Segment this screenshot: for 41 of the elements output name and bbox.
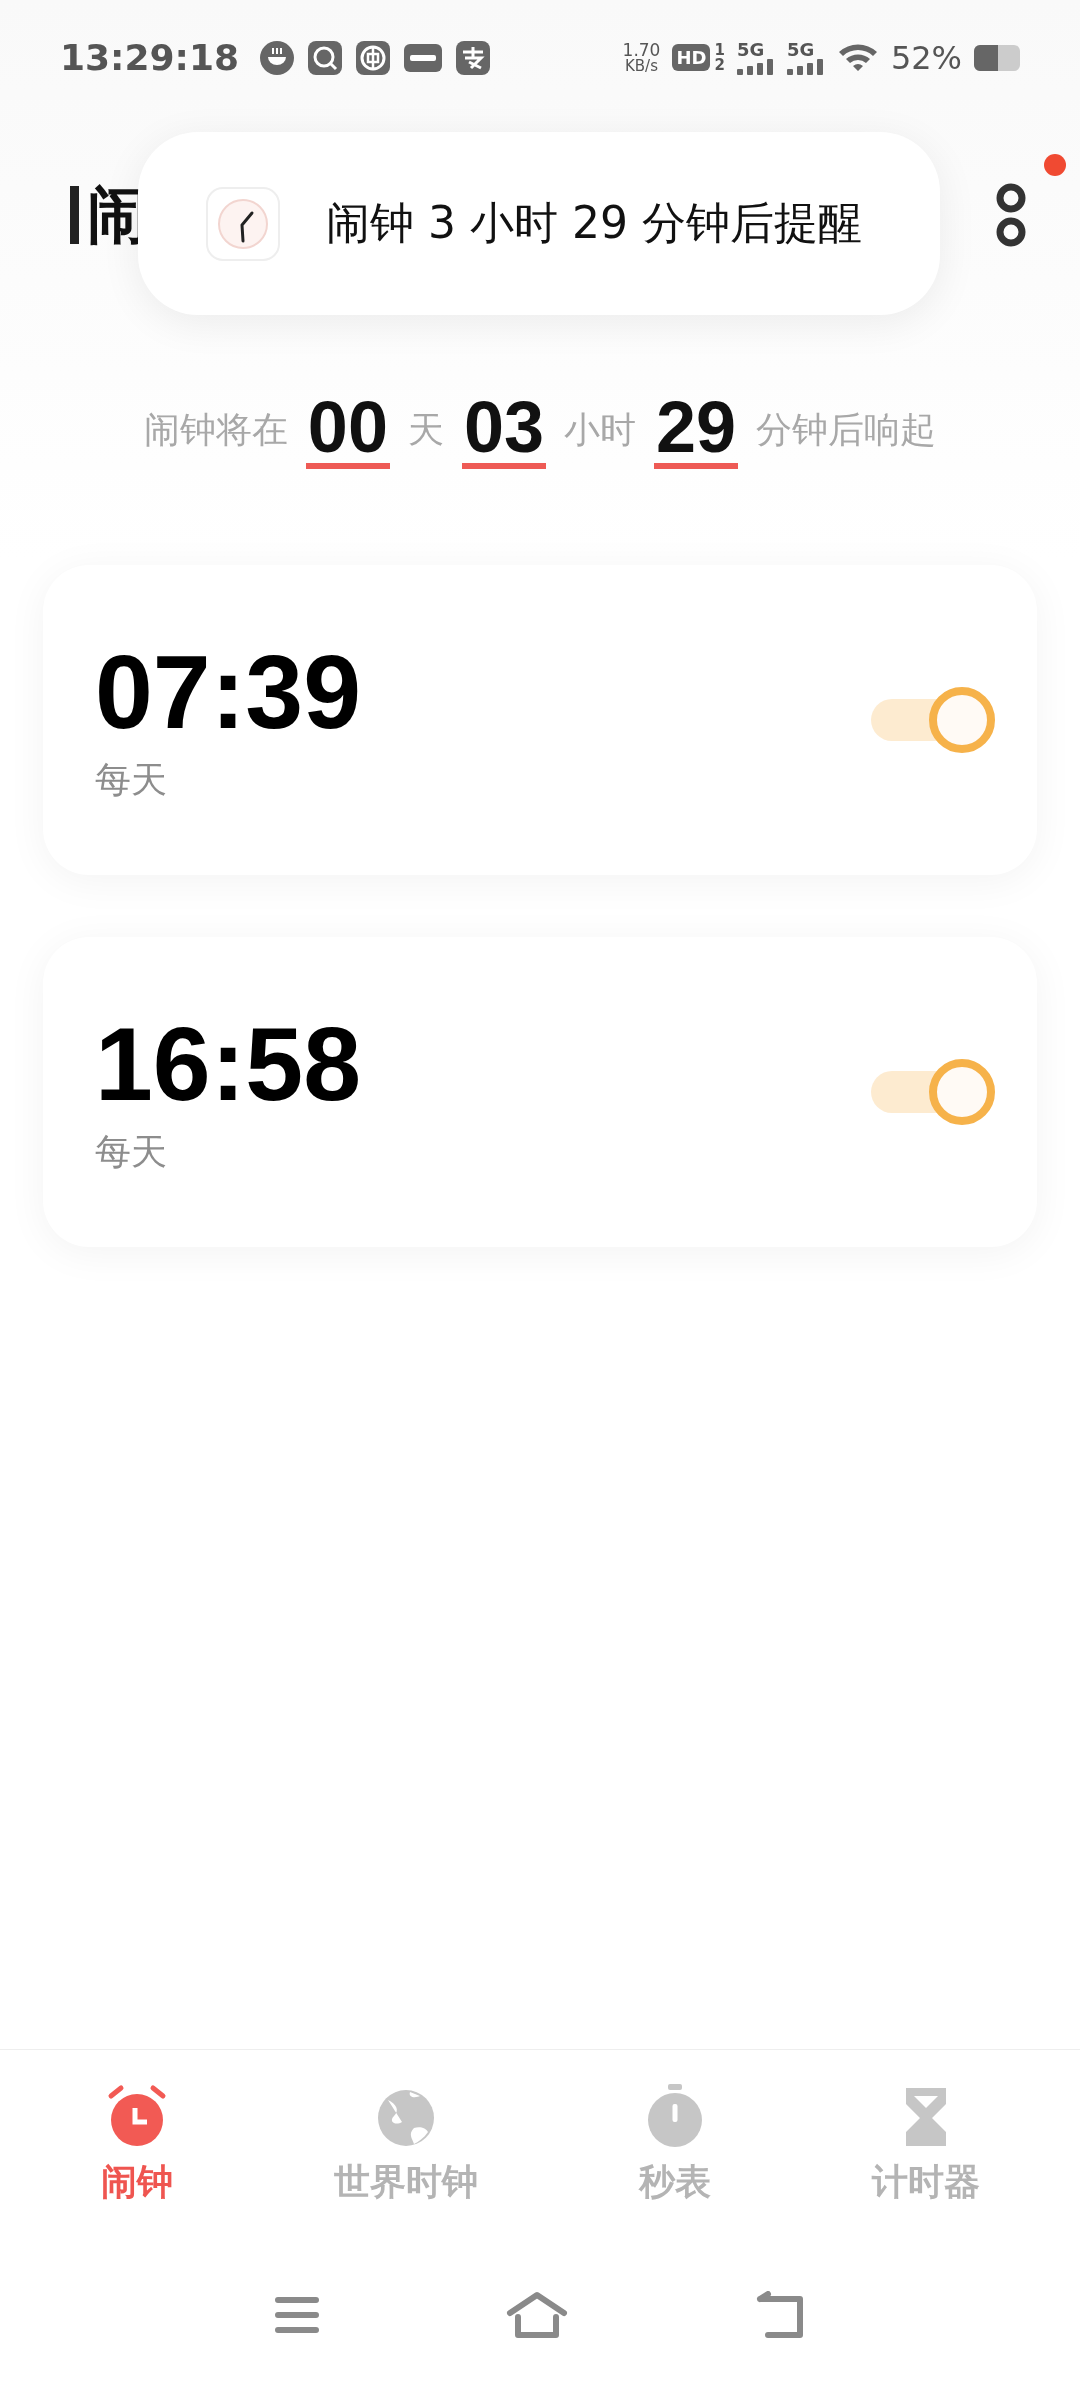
back-icon (754, 2291, 806, 2339)
alarm-time: 07:39 (95, 635, 361, 750)
countdown-number: 03 (461, 391, 547, 469)
countdown-number: 29 (654, 391, 739, 469)
alarm-card[interactable]: 16:58 每天 (43, 937, 1037, 1247)
menu-icon (274, 2296, 320, 2334)
home-icon (506, 2291, 568, 2339)
alarm-repeat: 每天 (95, 757, 168, 802)
network-speed: 1.70 (622, 41, 661, 59)
battery-icon (974, 44, 1020, 71)
network-speed-unit: KB/s (625, 58, 658, 74)
alarm-card[interactable]: 07:39 每天 (43, 565, 1037, 875)
countdown-number: 00 (305, 391, 390, 469)
hd-badge: HD (672, 44, 711, 71)
tab[interactable]: 闹钟 (100, 2083, 173, 2207)
countdown-label: 分钟后响起 (756, 407, 937, 452)
status-time: 13:29:18 (60, 37, 240, 78)
alarm-switch[interactable] (871, 687, 995, 753)
clock-app-icon (206, 186, 280, 261)
magnifier-icon (307, 39, 344, 76)
alarm-time: 16:58 (95, 1007, 361, 1122)
network-type: 5G (736, 40, 765, 59)
tab[interactable]: 秒表 (638, 2083, 711, 2207)
signal-icon (786, 58, 825, 75)
network-type: 5G (786, 40, 815, 59)
sim-number: 2 (714, 57, 725, 73)
coin-icon (355, 39, 392, 76)
title-bar-mark (70, 186, 79, 244)
sim-number: 1 (714, 42, 725, 58)
more-icon (994, 183, 1028, 247)
countdown-label: 闹钟将在 (143, 407, 288, 452)
toast-message: 闹钟 3 小时 29 分钟后提醒 (326, 196, 862, 250)
alarm-repeat: 每天 (95, 1129, 168, 1174)
countdown-label: 小时 (564, 407, 637, 452)
countdown-label: 天 (407, 407, 444, 452)
alarm-switch[interactable] (871, 1059, 995, 1125)
tab[interactable]: 世界时钟 (333, 2083, 478, 2207)
battery-percent: 52% (890, 38, 962, 77)
tab[interactable]: 计时器 (871, 2083, 980, 2207)
signal-icon (736, 58, 775, 75)
bowl-icon (259, 39, 296, 76)
